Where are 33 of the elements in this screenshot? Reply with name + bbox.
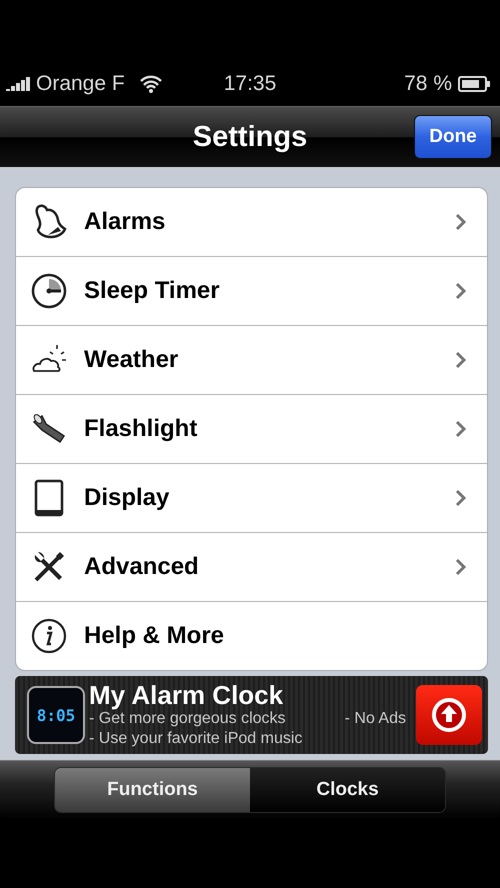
row-label: Advanced	[84, 553, 200, 581]
settings-row[interactable]: Alarms	[16, 188, 487, 257]
screen-title: Settings	[192, 120, 308, 154]
upgrade-button[interactable]	[416, 685, 482, 745]
row-label: Weather	[84, 346, 180, 374]
battery-percent: 78 %	[404, 72, 452, 96]
wifi-icon	[138, 75, 163, 93]
banner-title: My Alarm Clock	[89, 681, 284, 709]
segment-tab[interactable]: Functions	[55, 768, 250, 812]
app-icon: 8:05	[27, 686, 85, 744]
timer-icon	[30, 272, 68, 310]
row-label: Display	[84, 484, 170, 512]
settings-row[interactable]: Flashlight	[16, 395, 487, 464]
done-button[interactable]: Done	[414, 115, 492, 159]
banner-line: - No Ads	[344, 709, 406, 729]
battery-icon	[458, 76, 490, 92]
row-label: Help & More	[84, 622, 226, 650]
row-label: Flashlight	[84, 415, 198, 443]
banner-line: - Get more gorgeous clocks	[89, 710, 286, 729]
ad-banner[interactable]: 8:05 My Alarm Clock - Get more gorgeous clocks - No Ads - Use your favorite iPod music	[15, 676, 488, 754]
settings-row[interactable]: Advanced	[16, 533, 487, 602]
settings-row[interactable]: Display	[16, 464, 487, 533]
signal-icon	[6, 77, 32, 91]
settings-row[interactable]: Weather	[16, 326, 487, 395]
row-label: Sleep Timer	[84, 277, 221, 305]
settings-row[interactable]: Sleep Timer	[16, 257, 487, 326]
row-label: Alarms	[84, 208, 166, 236]
segment-tab[interactable]: Clocks	[250, 768, 445, 812]
banner-line: - Use your favorite iPod music	[89, 729, 304, 749]
info-icon	[30, 617, 68, 655]
carrier-name: Orange F	[36, 72, 125, 96]
settings-row[interactable]: Help & More	[16, 602, 487, 670]
clock-time: 17:35	[222, 72, 278, 96]
